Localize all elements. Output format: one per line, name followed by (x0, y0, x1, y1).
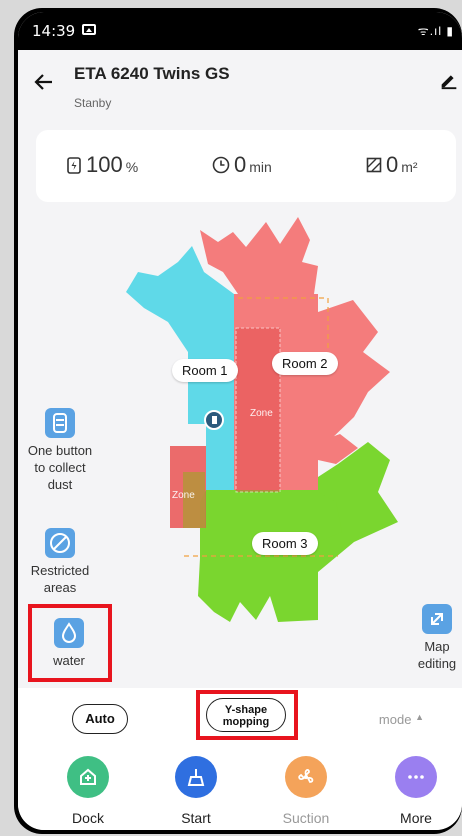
area-unit: m² (401, 159, 418, 175)
area-icon (366, 157, 382, 173)
y-shape-mopping-button[interactable]: Y-shape mopping (206, 698, 286, 732)
dock-icon (67, 756, 109, 798)
dock-label: Dock (72, 810, 104, 826)
time-unit: min (249, 159, 272, 175)
water-drop-icon (54, 618, 84, 648)
map-editing-tool[interactable]: Map editing (402, 604, 462, 672)
back-arrow-icon[interactable] (32, 70, 56, 94)
area-value: 0 (386, 152, 399, 177)
start-button[interactable]: Start (156, 756, 236, 826)
room-3-label[interactable]: Room 3 (252, 532, 318, 555)
header: ETA 6240 Twins GS Stanby (18, 50, 462, 120)
status-bar: 14:39 ᯤ.ıl ▮ (18, 12, 462, 50)
zone-label-1: Zone (250, 408, 273, 419)
collect-dust-tool[interactable]: One button to collect dust (20, 408, 100, 493)
suction-label: Suction (282, 810, 330, 826)
mode-selector[interactable]: mode ▲ (379, 712, 424, 727)
battery-icon (67, 157, 81, 174)
battery-unit: % (125, 159, 139, 175)
battery-value: 100 (86, 152, 123, 177)
restricted-areas-tool[interactable]: Restricted areas (20, 528, 100, 596)
more-button[interactable]: More (376, 756, 456, 826)
zone-label-2: Zone (172, 490, 195, 501)
phone-frame: 14:39 ᯤ.ıl ▮ ETA 6240 Twins GS Stanby 10… (14, 8, 462, 834)
no-entry-icon (45, 528, 75, 558)
start-label: Start (181, 810, 211, 826)
time-value: 0 (234, 152, 247, 177)
collect-dust-label: One button to collect dust (27, 443, 93, 492)
device-title: ETA 6240 Twins GS (74, 64, 230, 83)
map-edit-icon (422, 604, 452, 634)
water-tool[interactable]: water (44, 618, 94, 669)
battery-stat: 100 % (66, 152, 138, 178)
fan-icon (285, 756, 327, 798)
chevron-up-icon: ▲ (415, 712, 424, 722)
broom-icon (175, 756, 217, 798)
water-label: water (53, 653, 85, 668)
gallery-icon (82, 24, 96, 35)
edit-pencil-icon[interactable] (438, 68, 460, 90)
auto-mode-button[interactable]: Auto (72, 704, 128, 734)
stats-card: 100 % 0 min 0 m² (36, 130, 456, 202)
signal-icon: ᯤ.ıl ▮ (417, 24, 454, 38)
clock: 14:39 (32, 22, 76, 40)
dock-button[interactable]: Dock (48, 756, 128, 826)
clock-icon (212, 156, 230, 174)
dustbin-icon (45, 408, 75, 438)
room-2-label[interactable]: Room 2 (272, 352, 338, 375)
app-screen: 14:39 ᯤ.ıl ▮ ETA 6240 Twins GS Stanby 10… (18, 12, 462, 830)
more-label: More (400, 810, 432, 826)
device-status: Stanby (74, 96, 112, 110)
time-stat: 0 min (212, 152, 272, 178)
area-stat: 0 m² (366, 152, 418, 178)
action-bar: Dock Start Suction More (18, 748, 462, 830)
mode-label: mode (378, 712, 412, 727)
map-editing-label: Map editing (417, 639, 457, 671)
suction-button[interactable]: Suction (266, 756, 346, 826)
mode-bar: Auto Y-shape mopping mode ▲ (18, 688, 462, 748)
more-dots-icon (395, 756, 437, 798)
restricted-areas-label: Restricted areas (30, 563, 90, 595)
room-1-label[interactable]: Room 1 (172, 359, 238, 382)
